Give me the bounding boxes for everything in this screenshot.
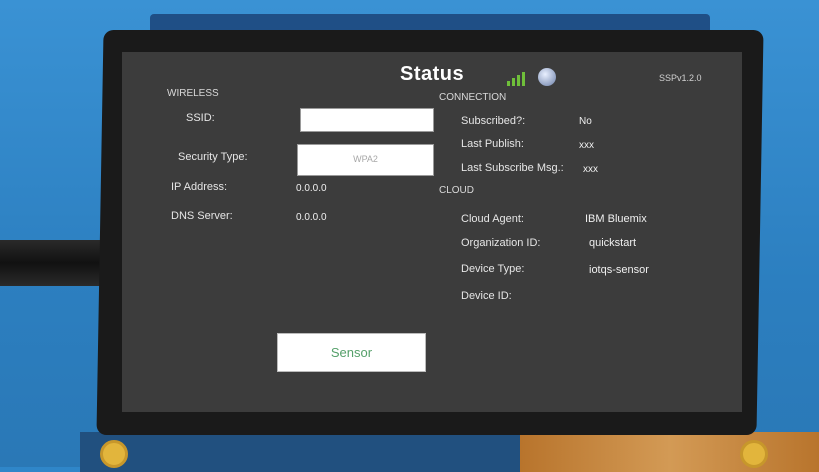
subscribed-value: No (579, 116, 592, 127)
sensor-button-label: Sensor (330, 345, 373, 360)
organization-id-value: quickstart (589, 237, 637, 249)
display-screen (122, 52, 742, 412)
cloud-section-title: CLOUD (439, 185, 475, 196)
globe-icon (538, 68, 556, 86)
mount-hole (740, 440, 768, 468)
mount-hole (100, 440, 128, 468)
signal-icon (507, 72, 525, 86)
version-label: SSPv1.2.0 (659, 73, 702, 83)
last-publish-label: Last Publish: (461, 138, 524, 150)
ssid-field[interactable] (300, 108, 434, 132)
page-title: Status (400, 63, 465, 85)
sensor-button[interactable]: Sensor (277, 333, 426, 372)
board-connector (520, 432, 819, 472)
device-id-label: Device ID: (461, 290, 512, 302)
dns-server-value: 0.0.0.0 (296, 212, 327, 223)
last-subscribe-label: Last Subscribe Msg.: (461, 162, 564, 174)
wireless-section-title: WIRELESS (167, 88, 219, 99)
ssid-label: SSID: (186, 112, 215, 124)
ip-address-label: IP Address: (171, 181, 228, 193)
security-type-label: Security Type: (178, 151, 248, 163)
last-publish-value: xxx (579, 140, 594, 151)
ip-address-value: 0.0.0.0 (296, 183, 327, 194)
last-subscribe-value: xxx (583, 164, 598, 175)
connection-section-title: CONNECTION (439, 92, 507, 103)
cloud-agent-value: IBM Bluemix (585, 213, 647, 225)
subscribed-label: Subscribed?: (461, 115, 526, 127)
cloud-agent-label: Cloud Agent: (461, 213, 524, 225)
dns-server-label: DNS Server: (171, 210, 233, 222)
security-type-value: WPA2 (353, 154, 378, 164)
device-type-label: Device Type: (461, 263, 525, 275)
security-type-field[interactable]: WPA2 (297, 144, 434, 176)
organization-id-label: Organization ID: (461, 237, 541, 249)
device-type-value: iotqs-sensor (589, 264, 649, 276)
